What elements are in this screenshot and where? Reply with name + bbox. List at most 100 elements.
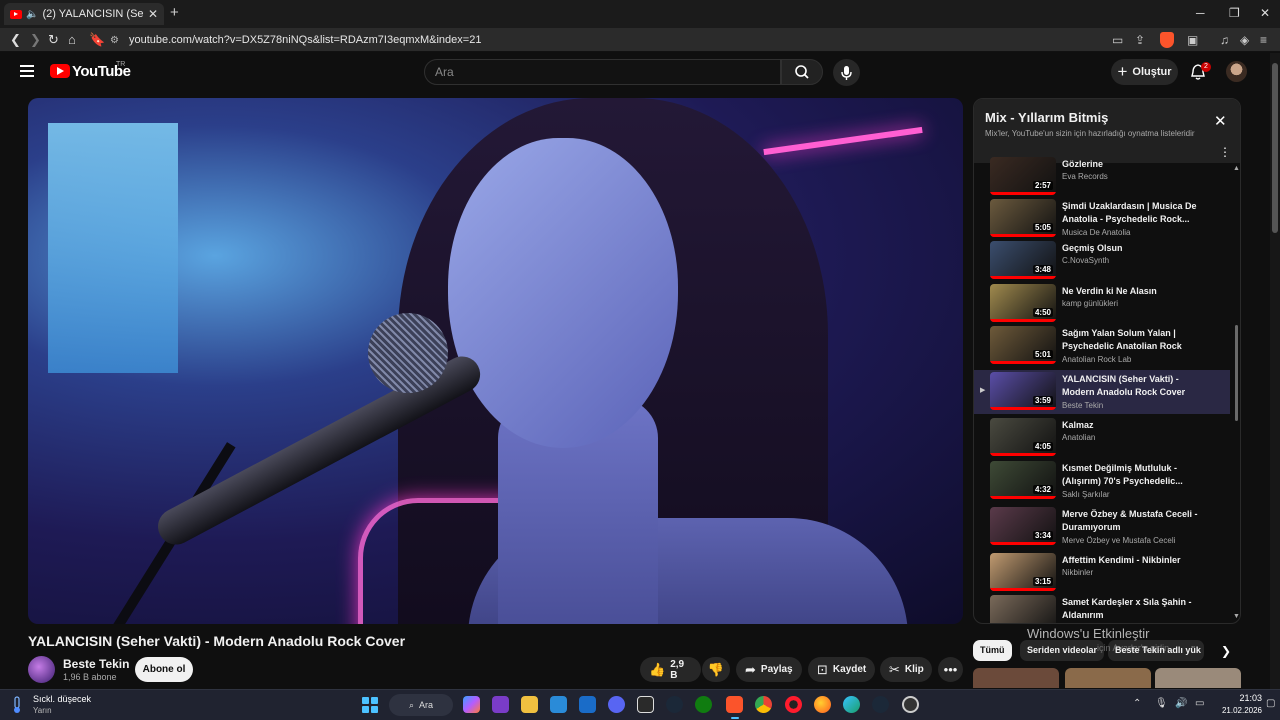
windows-start-icon[interactable] [362,697,378,713]
widgets-icon[interactable] [492,696,509,713]
menu-icon[interactable]: ≡ [1260,33,1267,47]
playlist-item[interactable]: 5:05 Şimdi Uzaklardasın | Musica De Anato… [974,197,1230,241]
playlist-thumbnail[interactable]: 3:15 [990,553,1056,591]
firefox-icon[interactable] [814,696,831,713]
playlist-item[interactable]: 5:01 Sağım Yalan Solum Yalan | Psychedeli… [974,324,1230,368]
playlist-item[interactable]: 3:15 Affettim Kendimi - Nikbinler Nikbinle… [974,551,1230,595]
playlist-item[interactable]: 4:05 Kalmaz Anatolian [974,416,1230,460]
playlist-item[interactable]: ▶ 3:59 YALANCISIN (Seher Vakti) - Modern A… [974,370,1230,414]
video-player[interactable] [28,98,963,624]
save-button[interactable]: ⊡ Kaydet [808,657,875,682]
epic-games-icon[interactable] [637,696,654,713]
like-button[interactable]: 👍 2,9 B [640,657,701,682]
share-button[interactable]: ➦ Paylaş [736,657,802,682]
minimize-icon[interactable]: ─ [1196,6,1205,20]
playlist-item[interactable]: 4:50 Ne Verdin ki Ne Alasın kamp günlükler… [974,282,1230,326]
outlook-icon[interactable] [579,696,596,713]
subscribe-button[interactable]: Abone ol [135,657,193,682]
playlist-thumbnail[interactable] [990,595,1056,623]
playlist-thumbnail[interactable]: 5:05 [990,199,1056,237]
playlist-scrollbar[interactable] [1235,325,1238,421]
playlist-item[interactable]: 3:48 Geçmiş Olsun C.NovaSynth [974,239,1230,283]
search-button[interactable] [781,59,823,85]
notification-center-icon[interactable]: ▢ [1266,698,1275,709]
new-tab-button[interactable]: + [170,4,179,21]
share-page-icon[interactable]: ⇪ [1135,33,1145,47]
close-playlist-icon[interactable]: ✕ [1214,112,1227,130]
cast-icon[interactable]: ▭ [1112,33,1123,47]
playlist-thumbnail[interactable]: 2:57 [990,157,1056,195]
playlist-thumbnail[interactable]: 4:32 [990,461,1056,499]
home-icon[interactable]: ⌂ [68,32,76,47]
edge-icon[interactable] [843,696,860,713]
search-input[interactable]: Ara [424,59,781,85]
show-hidden-icons[interactable]: ⌃ [1133,698,1141,709]
restore-icon[interactable]: ❐ [1229,6,1240,20]
back-icon[interactable]: ❮ [10,32,21,48]
steam-icon[interactable] [666,696,683,713]
recommended-thumbnail[interactable] [1065,668,1151,688]
brave-shields-icon[interactable] [1160,32,1174,48]
playlist-item[interactable]: Samet Kardeşler x Sıla Şahin - Aldanırım [974,593,1230,623]
recommended-thumbnail[interactable] [973,668,1059,688]
thermometer-icon[interactable] [12,696,22,714]
duration-badge: 3:48 [1032,265,1053,274]
playlist-thumbnail[interactable]: 5:01 [990,326,1056,364]
browser-tab[interactable]: 🔈 (2) YALANCISIN (Seher Vakti) ✕ [4,3,164,25]
playlist-thumbnail[interactable]: 3:59 [990,372,1056,410]
vpn-icon[interactable]: ◈ [1240,33,1249,47]
site-info-icon[interactable]: ⚙ [110,35,119,46]
voice-search-button[interactable] [833,59,860,86]
steam-client-icon[interactable] [872,696,889,713]
playlist-item[interactable]: 2:57 Gözlerine Eva Records [974,155,1230,199]
microsoft-store-icon[interactable] [550,696,567,713]
dislike-button[interactable]: 👎 [702,657,730,682]
url-field[interactable]: ⚙ youtube.com/watch?v=DX5Z78niNQs&list=R… [110,30,1110,50]
hamburger-menu-icon[interactable] [20,65,34,77]
weather-title[interactable]: Sıckl. düşecek [33,694,91,704]
playlist-item[interactable]: 3:34 Merve Özbey & Mustafa Ceceli - Duram… [974,505,1230,549]
xbox-icon[interactable] [695,696,712,713]
reload-icon[interactable]: ↻ [48,32,59,48]
network-icon[interactable]: ▭ [1195,698,1204,709]
scroll-up-icon[interactable]: ▲ [1233,165,1240,172]
speaker-icon[interactable]: 🔈 [26,9,38,20]
media-icon[interactable]: ♫ [1220,33,1229,47]
more-actions-button[interactable]: ••• [938,657,963,682]
taskbar-clock[interactable]: 21:03 [1222,693,1262,703]
bookmark-icon[interactable]: 🔖 [89,32,105,48]
youtube-logo-icon[interactable] [50,64,70,78]
brave-browser-icon[interactable] [726,696,743,713]
window-close-icon[interactable]: ✕ [1260,6,1270,20]
microphone-tray-icon[interactable]: 🎙 [1155,698,1168,709]
clip-button[interactable]: ✂ Klip [880,657,932,682]
discord-icon[interactable] [608,696,625,713]
channel-name[interactable]: Beste Tekin [63,657,129,671]
copilot-icon[interactable] [463,696,480,713]
playlist-thumbnail[interactable]: 3:48 [990,241,1056,279]
taskbar-date[interactable]: 21.02.2026 [1212,706,1262,715]
taskbar-search[interactable]: ⌕ Ara [389,694,453,716]
close-tab-icon[interactable]: ✕ [148,7,158,21]
create-button[interactable]: + Oluştur [1111,59,1178,85]
playlist-thumbnail[interactable]: 4:50 [990,284,1056,322]
playlist-thumbnail[interactable]: 3:34 [990,507,1056,545]
volume-icon[interactable]: 🔊 [1175,698,1187,709]
sidebar-toggle-icon[interactable]: ▣ [1187,33,1198,47]
chip-series-videos[interactable]: Seriden videolar [1020,640,1105,661]
chip-next-icon[interactable]: ❯ [1221,644,1231,658]
playlist-title[interactable]: Mix - Yıllarım Bitmiş [985,110,1108,125]
playlist-thumbnail[interactable]: 4:05 [990,418,1056,456]
account-avatar[interactable] [1226,61,1247,82]
chrome-icon[interactable] [755,696,772,713]
page-scrollbar[interactable] [1270,53,1280,689]
playlist-item[interactable]: 4:32 Kısmet Değilmiş Mutluluk - (Alışırım… [974,459,1230,503]
scroll-down-icon[interactable]: ▼ [1233,613,1240,620]
opera-icon[interactable] [785,696,802,713]
chip-all[interactable]: Tümü [973,640,1012,661]
channel-avatar[interactable] [28,656,55,683]
recommended-thumbnail[interactable] [1155,668,1241,688]
obs-icon[interactable] [902,696,919,713]
forward-icon[interactable]: ❯ [30,32,41,48]
file-explorer-icon[interactable] [521,696,538,713]
